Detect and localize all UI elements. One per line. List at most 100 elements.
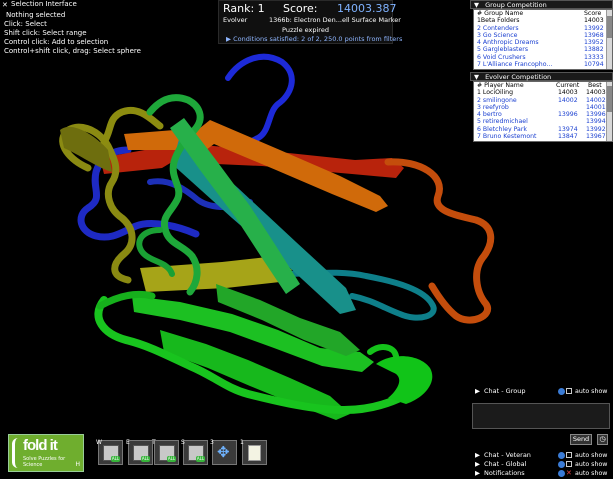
player-name: 7 Bruno Kestemont (477, 133, 537, 141)
table-row[interactable]: 3 Go Science 13968 (474, 32, 612, 39)
table-row[interactable]: 1Beta Folders 14003 (474, 17, 612, 25)
evolver-competition-header[interactable]: ▼ Evolver Competition (470, 72, 613, 81)
selection-status: Nothing selected (6, 11, 66, 19)
move-tool-button[interactable]: 3 ✥ (210, 439, 237, 465)
player-current: 13847 (558, 133, 578, 141)
evolver-label: Evolver (223, 16, 248, 24)
all-badge: ALL (196, 456, 205, 462)
group-score: 14003 (584, 17, 604, 25)
auto-show-checkbox[interactable] (566, 452, 572, 458)
player-best: 14003 (586, 89, 606, 97)
table-row[interactable]: 2 smilingone 14002 14002 (474, 97, 612, 104)
conditions-toggle[interactable]: ▶ Conditions satisfied: 2 of 2, 250.0 po… (218, 35, 402, 46)
tweak-tool-button[interactable]: T ALL (152, 439, 179, 465)
chat-input[interactable] (472, 403, 610, 429)
help-line: Control+shift click, drag: Select sphere (4, 47, 141, 55)
send-label: Send (572, 435, 590, 443)
chat-global-header[interactable]: ▶ Chat - Global auto show (470, 460, 613, 469)
close-icon[interactable]: ✕ (566, 469, 572, 478)
auto-show-label: auto show (575, 388, 608, 395)
scrollbar[interactable] (606, 10, 612, 69)
player-current: 14003 (558, 89, 578, 97)
notifications-header[interactable]: ▶ Notifications ✕ auto show (470, 469, 613, 478)
table-row[interactable]: 1 LociOiling 14003 14003 (474, 89, 612, 96)
player-best: 14002 (586, 96, 606, 104)
table-row[interactable]: 5 Gargleblasters 13882 (474, 46, 612, 53)
shake-tool-button[interactable]: E ALL (126, 439, 153, 465)
auto-show-label: auto show (575, 452, 608, 459)
send-button[interactable]: Send (570, 434, 592, 445)
column-header-current: Current (556, 82, 580, 89)
evolver-competition-table[interactable]: # Player Name Current Best 1 LociOiling … (473, 81, 613, 142)
help-line: Click: Select (4, 20, 47, 28)
table-row[interactable]: 7 L'Alliance Francopho... 10794 (474, 61, 612, 68)
group-score: 13992 (584, 24, 604, 32)
table-row[interactable]: 6 Bletchley Park 13974 13992 (474, 126, 612, 133)
expand-triangle-icon: ▶ (475, 460, 480, 468)
evolver-competition-panel: ▼ Evolver Competition # Player Name Curr… (470, 72, 613, 142)
wiggle-tool-button[interactable]: W ALL (96, 439, 123, 465)
scrollbar[interactable] (606, 82, 612, 141)
table-row[interactable]: 3 reefyrob 14001 (474, 104, 612, 111)
score-value: 14003.387 (337, 2, 397, 15)
player-best: 13992 (586, 125, 606, 133)
column-header-name: # Player Name (477, 82, 524, 89)
help-line: Control click: Add to selection (4, 38, 109, 46)
table-row[interactable]: 5 retiredmichael 13994 (474, 118, 612, 125)
player-best: 14001 (586, 103, 606, 111)
all-badge: ALL (167, 456, 176, 462)
chat-veteran-label: Chat - Veteran (484, 451, 531, 459)
column-header-name: # Group Name (477, 10, 524, 17)
group-competition-header[interactable]: ▼ Group Competition (470, 0, 613, 9)
notepad-icon (248, 445, 261, 461)
chat-veteran-header[interactable]: ▶ Chat - Veteran auto show (470, 451, 613, 460)
info-icon[interactable] (558, 388, 565, 395)
logo-name: fold it (23, 437, 58, 454)
group-score: 13968 (584, 31, 604, 39)
table-row[interactable]: 6 Void Crushers 13333 (474, 54, 612, 61)
all-badge: ALL (111, 456, 120, 462)
chat-group-header[interactable]: ▶ Chat - Group auto show (470, 387, 613, 396)
sidechain-tool-button[interactable]: S ALL (181, 439, 208, 465)
all-badge: ALL (141, 456, 150, 462)
table-row[interactable]: 4 bertro 13996 13996 (474, 111, 612, 118)
move-arrows-icon: ✥ (217, 443, 230, 461)
info-icon[interactable] (558, 470, 565, 477)
logo-tagline: Solve Puzzles for Science (23, 456, 66, 468)
notes-tool-button[interactable]: 1 (240, 439, 267, 465)
help-line: Shift click: Select range (4, 29, 87, 37)
collapse-triangle-icon: ▼ (474, 1, 479, 9)
collapse-triangle-icon: ▼ (474, 73, 479, 81)
expand-triangle-icon: ▶ (226, 35, 231, 43)
table-header: # Player Name Current Best (474, 82, 612, 89)
player-current: 13996 (558, 111, 578, 119)
group-name: 2 Contenders (477, 24, 519, 32)
expand-triangle-icon: ▶ (475, 387, 480, 395)
group-competition-title: Group Competition (485, 1, 547, 9)
foldit-logo[interactable]: fold it Solve Puzzles for Science H (8, 434, 84, 472)
table-row[interactable]: 4 Anthropic Dreams 13952 (474, 39, 612, 46)
column-header-score: Score (584, 10, 602, 17)
expand-triangle-icon: ▶ (475, 451, 480, 459)
key-label: E (126, 439, 130, 446)
group-competition-table[interactable]: # Group Name Score 1Beta Folders 14003 2… (473, 9, 613, 70)
auto-show-checkbox[interactable] (566, 461, 572, 467)
helix-green-end (376, 356, 433, 404)
player-name: 4 bertro (477, 111, 502, 119)
clock-icon[interactable]: ◷ (597, 434, 608, 445)
player-name: 6 Bletchley Park (477, 125, 527, 133)
auto-show-label: auto show (575, 470, 608, 477)
close-icon[interactable]: ✕ (2, 1, 8, 10)
score-label: Score: (283, 2, 318, 15)
column-header-best: Best (588, 82, 602, 89)
puzzle-status: Puzzle expired (282, 26, 329, 34)
key-label: 3 (210, 439, 214, 446)
info-icon[interactable] (558, 461, 565, 468)
info-icon[interactable] (558, 452, 565, 459)
group-name: 4 Anthropic Dreams (477, 39, 539, 47)
selection-interface-panel: ✕ Selection Interface Nothing selected C… (0, 0, 141, 58)
expand-triangle-icon: ▶ (475, 469, 480, 477)
table-row[interactable]: 7 Bruno Kestemont 13847 13967 (474, 133, 612, 140)
auto-show-checkbox[interactable] (566, 388, 572, 394)
table-row[interactable]: 2 Contenders 13992 (474, 25, 612, 32)
